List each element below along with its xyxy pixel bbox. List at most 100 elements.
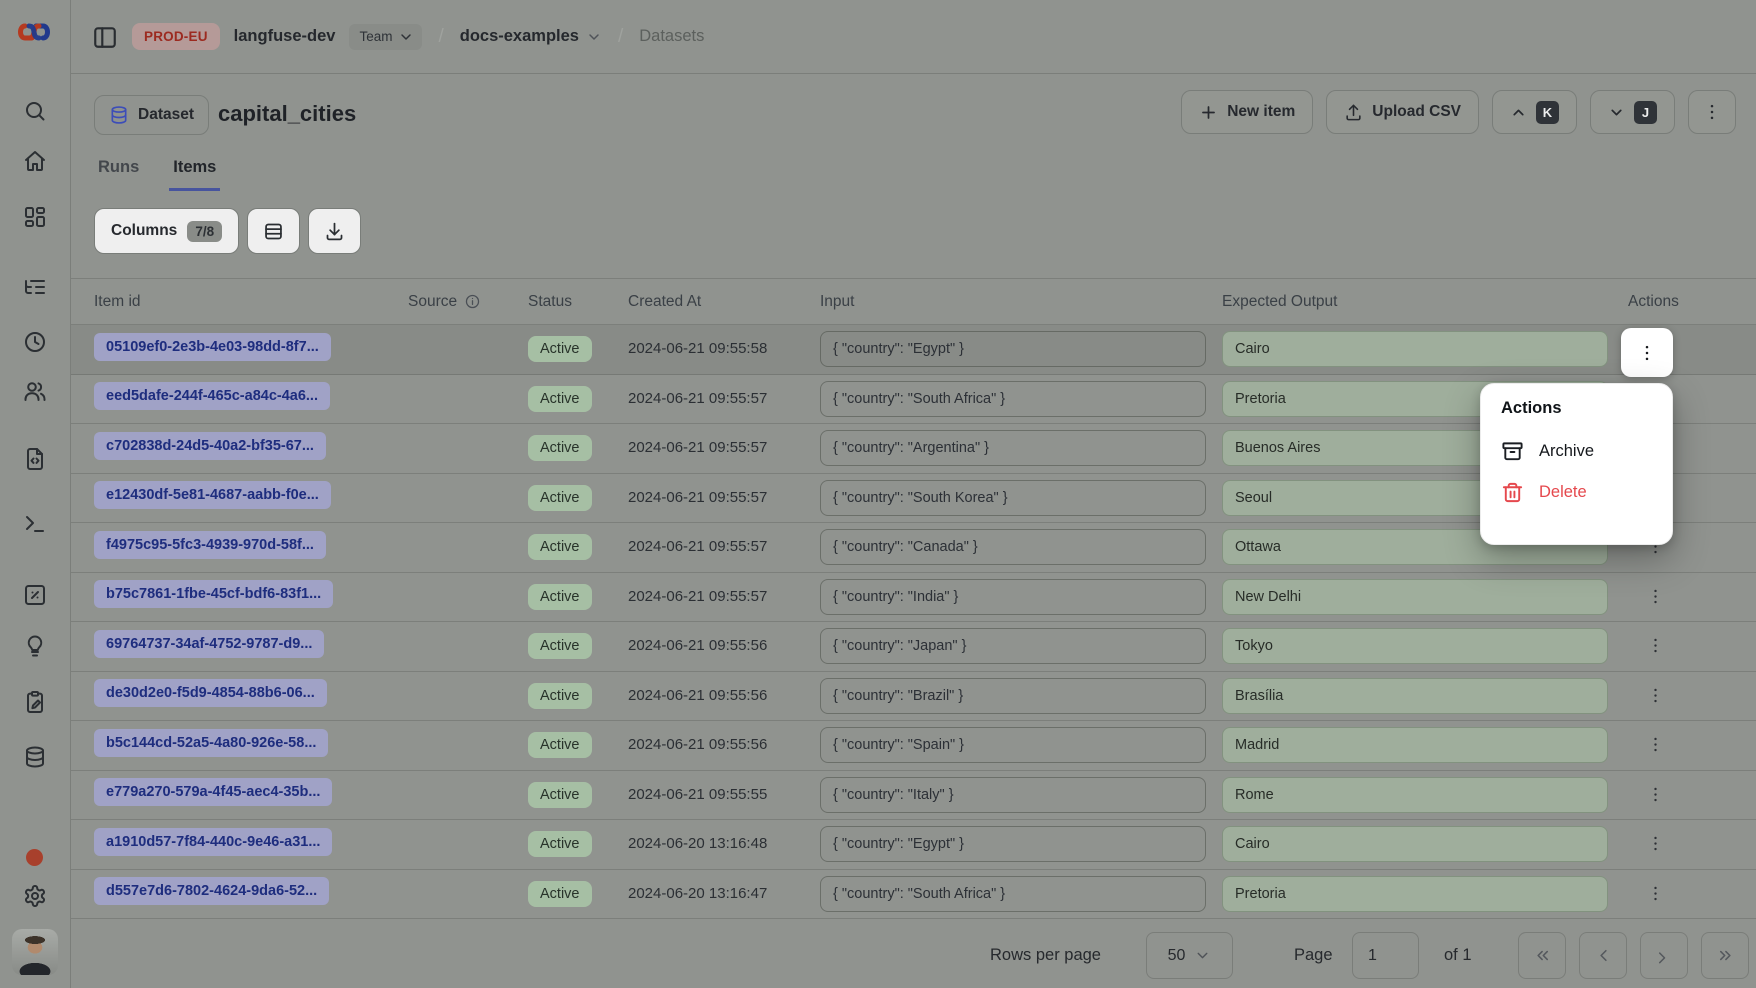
item-id-pill[interactable]: e12430df-5e81-4687-aabb-f0e... [94, 481, 331, 509]
header-more-actions-button[interactable] [1688, 90, 1736, 134]
row-actions-open-button[interactable] [1621, 328, 1673, 377]
info-icon[interactable] [464, 293, 481, 310]
input-cell[interactable]: { "country": "South Africa" } [820, 381, 1206, 417]
item-id-pill[interactable]: 69764737-34af-4752-9787-d9... [94, 630, 324, 658]
expected-output-cell[interactable]: Madrid [1222, 727, 1608, 763]
input-cell[interactable]: { "country": "Brazil" } [820, 678, 1206, 714]
item-id-pill[interactable]: de30d2e0-f5d9-4854-88b6-06... [94, 679, 327, 707]
settings-gear-button[interactable] [0, 884, 70, 908]
last-page-button[interactable] [1701, 932, 1749, 979]
row-actions-button[interactable] [1642, 632, 1669, 659]
created-at-value: 2024-06-21 09:55:58 [628, 340, 767, 357]
first-page-button[interactable] [1518, 932, 1566, 979]
sidebar-item-tracing[interactable] [0, 275, 70, 299]
menu-item-archive[interactable]: Archive [1501, 431, 1656, 472]
input-cell[interactable]: { "country": "India" } [820, 579, 1206, 615]
expected-output-cell[interactable]: Cairo [1222, 331, 1608, 367]
previous-page-button[interactable] [1579, 932, 1627, 979]
table-row[interactable]: e779a270-579a-4f45-aec4-35b...Active2024… [70, 771, 1756, 821]
chevrons-right-icon [1716, 946, 1735, 965]
export-download-button[interactable] [308, 208, 361, 254]
sidebar-item-home[interactable] [0, 149, 70, 173]
table-row[interactable]: 05109ef0-2e3b-4e03-98dd-8f7...Active2024… [70, 325, 1756, 375]
sidebar-item-users[interactable] [0, 379, 70, 403]
item-id-pill[interactable]: d557e7d6-7802-4624-9da6-52... [94, 877, 329, 905]
row-actions-button[interactable] [1642, 781, 1669, 808]
table-row[interactable]: a1910d57-7f84-440c-9e46-a31...Active2024… [70, 820, 1756, 870]
sidebar-item-annotation-clipboard[interactable] [0, 690, 70, 714]
row-actions-button[interactable] [1642, 583, 1669, 610]
input-cell[interactable]: { "country": "Egypt" } [820, 826, 1206, 862]
input-cell[interactable]: { "country": "Argentina" } [820, 430, 1206, 466]
expected-output-cell[interactable]: Cairo [1222, 826, 1608, 862]
tab-items[interactable]: Items [169, 158, 220, 191]
sidebar-item-evaluation-percent[interactable] [0, 583, 70, 607]
input-cell[interactable]: { "country": "Canada" } [820, 529, 1206, 565]
sidebar-item-datasets-database[interactable] [0, 745, 70, 769]
sidebar-item-sessions-clock[interactable] [0, 330, 70, 354]
menu-item-delete[interactable]: Delete [1501, 472, 1656, 513]
tab-runs[interactable]: Runs [94, 158, 143, 191]
input-cell[interactable]: { "country": "South Africa" } [820, 876, 1206, 912]
datasets-database-icon [23, 745, 47, 769]
expected-output-cell[interactable]: Rome [1222, 777, 1608, 813]
row-actions-button[interactable] [1642, 682, 1669, 709]
keyboard-shortcut-j: J [1634, 101, 1657, 124]
breadcrumb-separator: / [616, 26, 625, 48]
nav-next-button[interactable]: J [1590, 90, 1675, 134]
sidebar-toggle-icon[interactable] [92, 24, 118, 50]
item-id-pill[interactable]: a1910d57-7f84-440c-9e46-a31... [94, 828, 332, 856]
input-cell[interactable]: { "country": "Egypt" } [820, 331, 1206, 367]
input-cell[interactable]: { "country": "Italy" } [820, 777, 1206, 813]
upload-csv-button[interactable]: Upload CSV [1326, 90, 1479, 134]
item-id-pill[interactable]: eed5dafe-244f-465c-a84c-4a6... [94, 382, 330, 410]
column-header-label: Input [820, 293, 854, 311]
item-id-pill[interactable]: e779a270-579a-4f45-aec4-35b... [94, 778, 332, 806]
project-dropdown[interactable]: docs-examples [460, 27, 602, 46]
expected-output-cell[interactable]: Pretoria [1222, 876, 1608, 912]
input-cell[interactable]: { "country": "South Korea" } [820, 480, 1206, 516]
input-cell[interactable]: { "country": "Japan" } [820, 628, 1206, 664]
sidebar-item-prompts-file[interactable] [0, 447, 70, 471]
dashboard-icon [23, 205, 47, 229]
sidebar-item-dashboard[interactable] [0, 205, 70, 229]
input-cell[interactable]: { "country": "Spain" } [820, 727, 1206, 763]
item-id-pill[interactable]: f4975c95-5fc3-4939-970d-58f... [94, 531, 326, 559]
row-height-button[interactable] [247, 208, 300, 254]
environment-badge: PROD-EU [132, 23, 220, 50]
table-row[interactable]: de30d2e0-f5d9-4854-88b6-06...Active2024-… [70, 672, 1756, 722]
sidebar-item-insights-lightbulb[interactable] [0, 634, 70, 658]
rows-per-page-select[interactable]: 50 [1146, 932, 1233, 979]
sessions-clock-icon [23, 330, 47, 354]
item-id-pill[interactable]: b5c144cd-52a5-4a80-926e-58... [94, 729, 328, 757]
item-id-pill[interactable]: 05109ef0-2e3b-4e03-98dd-8f7... [94, 333, 331, 361]
expected-output-cell[interactable]: Brasília [1222, 678, 1608, 714]
breadcrumb-current[interactable]: Datasets [639, 27, 704, 46]
expected-output-cell[interactable]: Tokyo [1222, 628, 1608, 664]
org-role-dropdown[interactable]: Team [349, 24, 422, 50]
row-actions-button[interactable] [1642, 880, 1669, 907]
org-name[interactable]: langfuse-dev [234, 27, 336, 46]
user-avatar[interactable] [12, 929, 58, 975]
table-toolbar: Columns 7/8 [94, 208, 361, 254]
expected-output-cell[interactable]: New Delhi [1222, 579, 1608, 615]
table-row[interactable]: b75c7861-1fbe-45cf-bdf6-83f1...Active202… [70, 573, 1756, 623]
next-page-button[interactable] [1640, 932, 1688, 979]
status-badge: Active [528, 732, 592, 758]
page-number-input[interactable]: 1 [1352, 932, 1419, 979]
table-row[interactable]: d557e7d6-7802-4624-9da6-52...Active2024-… [70, 870, 1756, 920]
table-row[interactable]: 69764737-34af-4752-9787-d9...Active2024-… [70, 622, 1756, 672]
new-item-button[interactable]: New item [1181, 90, 1313, 134]
nav-previous-button[interactable]: K [1492, 90, 1577, 134]
row-actions-button[interactable] [1642, 830, 1669, 857]
chevron-down-icon [1608, 104, 1625, 121]
menu-item-label: Archive [1539, 442, 1594, 461]
table-row[interactable]: b5c144cd-52a5-4a80-926e-58...Active2024-… [70, 721, 1756, 771]
langfuse-logo[interactable] [16, 18, 52, 46]
item-id-pill[interactable]: b75c7861-1fbe-45cf-bdf6-83f1... [94, 580, 333, 608]
row-actions-button[interactable] [1642, 731, 1669, 758]
item-id-pill[interactable]: c702838d-24d5-40a2-bf35-67... [94, 432, 326, 460]
sidebar-item-search[interactable] [0, 99, 70, 123]
sidebar-item-playground-terminal[interactable] [0, 512, 70, 536]
columns-button[interactable]: Columns 7/8 [94, 208, 239, 254]
